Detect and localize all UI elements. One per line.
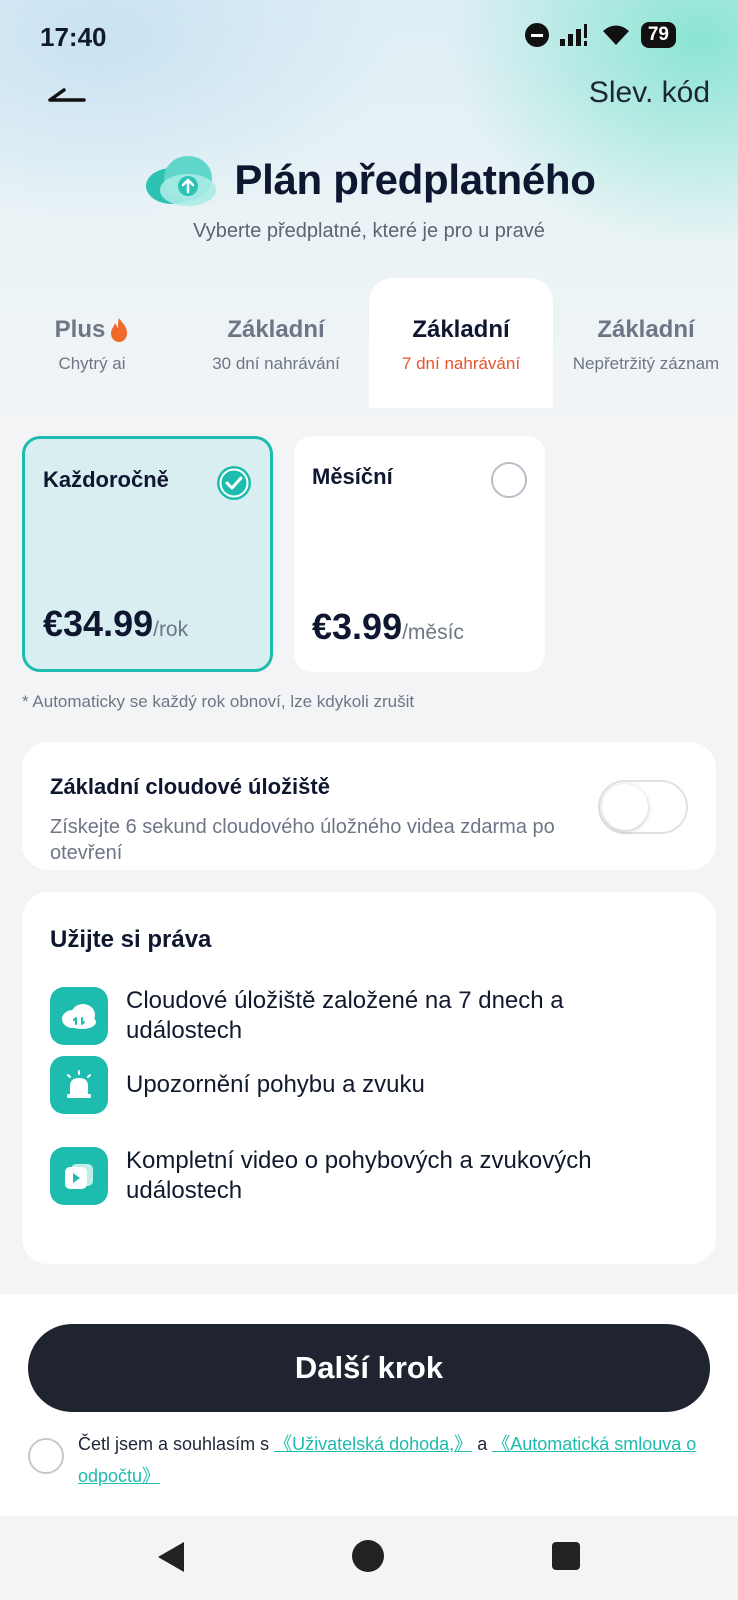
alarm-icon [50,1056,108,1114]
cloud-storage-card: Základní cloudové úložiště Získejte 6 se… [22,742,716,870]
tab-basic-continuous[interactable]: Základní Nepřetržitý záznam [554,278,738,408]
status-bar: 17:40 79 [0,0,738,70]
tab-basic-30[interactable]: Základní 30 dní nahrávání [184,278,368,408]
tab-plus-subtitle: Chytrý ai [58,354,126,373]
toggle-knob [602,784,648,830]
period-yearly-card[interactable]: Každoročně €34.99 /rok [22,436,273,672]
tab-plus-label: Plus [54,316,106,343]
user-agreement-link[interactable]: 《Uživatelská dohoda,》 [274,1434,472,1454]
auto-renew-note: * Automaticky se každý rok obnoví, lze k… [22,692,415,711]
period-yearly-price: €34.99 /rok [43,603,188,645]
tab-basic-7-subtitle: 7 dní nahrávání [401,354,521,373]
right-item-cloud: Cloudové úložiště založené na 7 dnech a … [50,986,670,1046]
do-not-disturb-icon [524,23,549,47]
right-text: Cloudové úložiště založené na 7 dnech a … [126,987,564,1044]
price-unit: /měsíc [402,621,464,644]
page-title: Plán předplatného [234,156,596,203]
checkmark-icon[interactable] [216,465,252,501]
cloud-storage-icon [50,987,108,1045]
tab-basic-30-subtitle: 30 dní nahrávání [212,354,340,373]
storage-title: Základní cloudové úložiště [50,774,330,799]
price-amount: €3.99 [312,606,403,647]
period-monthly-card[interactable]: Měsíční €3.99 /měsíc [294,436,545,672]
battery-icon: 79 [640,22,676,48]
bottom-panel: Další krok Četl jsem a souhlasím s 《Uživ… [0,1294,738,1516]
period-monthly-price: €3.99 /měsíc [312,606,464,648]
storage-description: Získejte 6 sekund cloudového úložného vi… [50,816,555,864]
agreement-text: Četl jsem a souhlasím s 《Uživatelská doh… [78,1428,708,1492]
signal-icon [559,24,587,46]
tab-basic-7[interactable]: Základní 7 dní nahrávání [369,278,553,408]
agreement-middle: a [472,1434,493,1454]
back-arrow-icon[interactable] [42,78,92,118]
tab-basic-continuous-subtitle: Nepřetržitý záznam [572,354,720,373]
nav-recents-icon[interactable] [552,1542,580,1570]
radio-unchecked-icon[interactable] [491,462,527,498]
price-amount: €34.99 [43,603,154,644]
agreement-checkbox[interactable] [28,1438,64,1474]
next-step-button[interactable]: Další krok [28,1324,710,1412]
nav-back-icon[interactable] [158,1542,184,1572]
system-nav-bar [0,1516,738,1600]
page-subtitle: Vyberte předplatné, které je pro u pravé [193,220,545,242]
right-text: Upozornění pohybu a zvuku [126,1071,425,1098]
plan-tabs: Plus Chytrý ai Základní 30 dní nahrávání… [0,278,738,408]
cloud-upload-icon [146,156,217,206]
right-item-alert: Upozornění pohybu a zvuku [50,1056,670,1114]
tab-basic-7-title: Základní [412,316,510,343]
status-time: 17:40 [40,22,107,52]
storage-toggle[interactable] [598,780,688,834]
title-row: Plán předplatného [0,150,738,210]
right-text: Kompletní video o pohybových a zvukových… [126,1147,592,1204]
rights-card: Užijte si práva Cloudové úložiště založe… [22,892,716,1264]
tab-basic-30-title: Základní [227,316,325,343]
rights-title: Užijte si práva [50,926,212,953]
price-unit: /rok [153,618,189,641]
wifi-icon [602,25,629,45]
tab-plus[interactable]: Plus Chytrý ai [0,278,184,408]
tab-basic-continuous-title: Základní [597,316,695,343]
video-icon [50,1147,108,1205]
tab-plus-title: Plus [55,316,130,344]
agreement-prefix: Četl jsem a souhlasím s [78,1434,275,1454]
discount-code-button[interactable]: Slev. kód [589,76,710,110]
nav-home-icon[interactable] [352,1540,384,1572]
status-icons: 79 [524,22,676,48]
flame-icon [111,318,128,342]
right-item-video: Kompletní video o pohybových a zvukových… [50,1146,670,1206]
